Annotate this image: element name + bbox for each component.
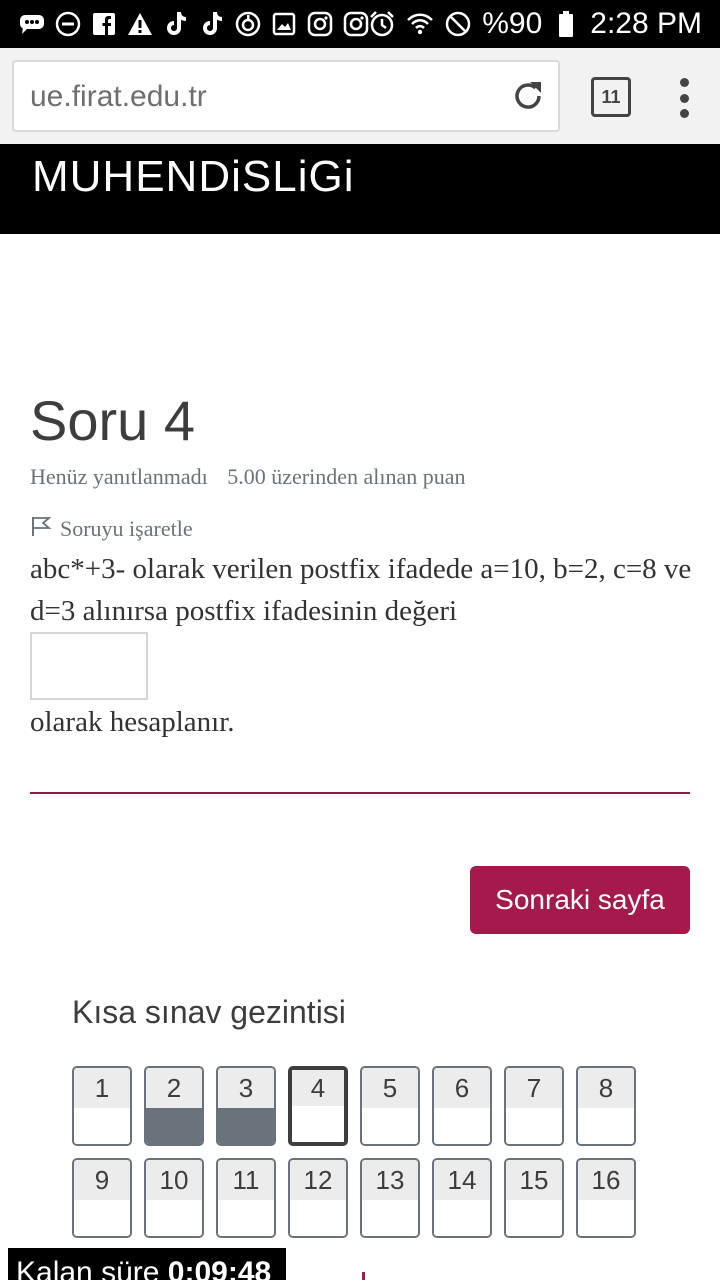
quiz-nav-number: 12 (290, 1160, 346, 1200)
quiz-nav-number: 16 (578, 1160, 634, 1200)
quiz-nav-state (578, 1200, 634, 1236)
quiz-nav-button-10[interactable]: 10 (144, 1158, 204, 1238)
url-text[interactable]: ue.firat.edu.tr (30, 80, 207, 114)
timer-value: 0:09:48 (167, 1256, 272, 1280)
timer-label: Kalan süre (16, 1256, 160, 1280)
quiz-nav-number: 15 (506, 1160, 562, 1200)
divider (30, 792, 690, 794)
quiz-nav-button-9[interactable]: 9 (72, 1158, 132, 1238)
quiz-nav-number: 1 (74, 1068, 130, 1108)
quiz-nav-button-1[interactable]: 1 (72, 1066, 132, 1146)
quiz-nav-button-5[interactable]: 5 (360, 1066, 420, 1146)
quiz-nav-button-13[interactable]: 13 (360, 1158, 420, 1238)
flag-question-link[interactable]: Soruyu işaretle (30, 515, 193, 543)
quiz-nav-state (218, 1108, 274, 1144)
quiz-nav-button-15[interactable]: 15 (504, 1158, 564, 1238)
quiz-nav-number: 9 (74, 1160, 130, 1200)
menu-dot (679, 93, 689, 103)
battery-icon (552, 10, 580, 38)
app-icon (234, 10, 262, 38)
reload-icon[interactable] (510, 78, 546, 114)
do-not-disturb-icon (54, 10, 82, 38)
tab-switcher-button[interactable]: 11 (591, 77, 631, 117)
quiz-nav-number: 13 (362, 1160, 418, 1200)
quiz-nav-state (578, 1108, 634, 1144)
quiz-nav-state (506, 1108, 562, 1144)
quiz-nav-button-2[interactable]: 2 (144, 1066, 204, 1146)
question-info: Henüz yanıtlanmadı 5.00 üzerinden alınan… (30, 464, 480, 490)
site-header: MUHENDiSLiGi (0, 144, 720, 234)
quiz-nav-button-6[interactable]: 6 (432, 1066, 492, 1146)
quiz-nav-button-16[interactable]: 16 (576, 1158, 636, 1238)
quiz-nav-state (362, 1108, 418, 1144)
quiz-nav-state (506, 1200, 562, 1236)
question-points: 5.00 üzerinden alınan puan (227, 464, 466, 489)
quiz-nav-button-3[interactable]: 3 (216, 1066, 276, 1146)
status-bar: %90 2:28 PM (0, 0, 720, 48)
quiz-nav-number: 10 (146, 1160, 202, 1200)
quiz-nav-button-4[interactable]: 4 (288, 1066, 348, 1146)
menu-dot (679, 78, 689, 87)
next-page-button[interactable]: Sonraki sayfa (470, 866, 690, 934)
flag-icon (30, 515, 52, 543)
time-remaining: Kalan süre 0:09:48 (8, 1248, 286, 1280)
quiz-nav-state (146, 1108, 202, 1144)
answer-field[interactable] (30, 632, 148, 700)
address-bar[interactable]: ue.firat.edu.tr (12, 60, 560, 132)
question-text: abc*+3- olarak verilen postfix ifadede a… (30, 553, 692, 627)
quiz-nav-number: 5 (362, 1068, 418, 1108)
quiz-nav-state (74, 1108, 130, 1144)
quiz-nav-state (218, 1200, 274, 1236)
quiz-nav-number: 4 (292, 1070, 344, 1106)
instagram-icon (306, 10, 334, 38)
quiz-navigation-title: Kısa sınav gezintisi (72, 994, 346, 1030)
quiz-nav-number: 14 (434, 1160, 490, 1200)
quiz-nav-state (434, 1200, 490, 1236)
battery-percent: %90 (482, 7, 543, 40)
quiz-nav-button-14[interactable]: 14 (432, 1158, 492, 1238)
clock: 2:28 PM (590, 7, 702, 40)
quiz-nav-state (146, 1200, 202, 1236)
quiz-nav-button-8[interactable]: 8 (576, 1066, 636, 1146)
question-status: Henüz yanıtlanmadı (30, 464, 208, 489)
quiz-nav-button-7[interactable]: 7 (504, 1066, 564, 1146)
warning-icon (126, 10, 154, 38)
wifi-icon (406, 10, 434, 38)
question-title: Soru 4 (30, 389, 195, 452)
scroll-indicator (362, 1272, 365, 1280)
quiz-nav-number: 6 (434, 1068, 490, 1108)
quiz-nav-state (434, 1108, 490, 1144)
quiz-nav-state (74, 1200, 130, 1236)
quiz-nav-number: 8 (578, 1068, 634, 1108)
flag-label[interactable]: Soruyu işaretle (60, 516, 193, 542)
tiktok-icon (162, 10, 190, 38)
tiktok-icon (198, 10, 226, 38)
site-title[interactable]: MUHENDiSLiGi (32, 152, 354, 202)
menu-dot (679, 109, 689, 118)
quiz-nav-number: 11 (218, 1160, 274, 1200)
browser-toolbar: ue.firat.edu.tr 11 (0, 48, 720, 144)
quiz-nav-number: 2 (146, 1068, 202, 1108)
notification-icons (18, 9, 370, 39)
quiz-nav-number: 3 (218, 1068, 274, 1108)
gallery-icon (270, 10, 298, 38)
quiz-nav-state (362, 1200, 418, 1236)
system-status: %90 2:28 PM (368, 6, 702, 42)
quiz-nav-button-12[interactable]: 12 (288, 1158, 348, 1238)
quiz-nav-button-11[interactable]: 11 (216, 1158, 276, 1238)
instagram-icon (342, 10, 370, 38)
quiz-nav-number: 7 (506, 1068, 562, 1108)
question-text-after: olarak hesaplanır. (30, 706, 235, 738)
chat-bubble-icon (18, 10, 46, 38)
alarm-icon (368, 10, 396, 38)
quiz-nav-state (290, 1200, 346, 1236)
overflow-menu-icon[interactable] (674, 74, 694, 122)
facebook-icon (90, 10, 118, 38)
blocked-icon (444, 10, 472, 38)
quiz-nav-state (292, 1106, 344, 1142)
